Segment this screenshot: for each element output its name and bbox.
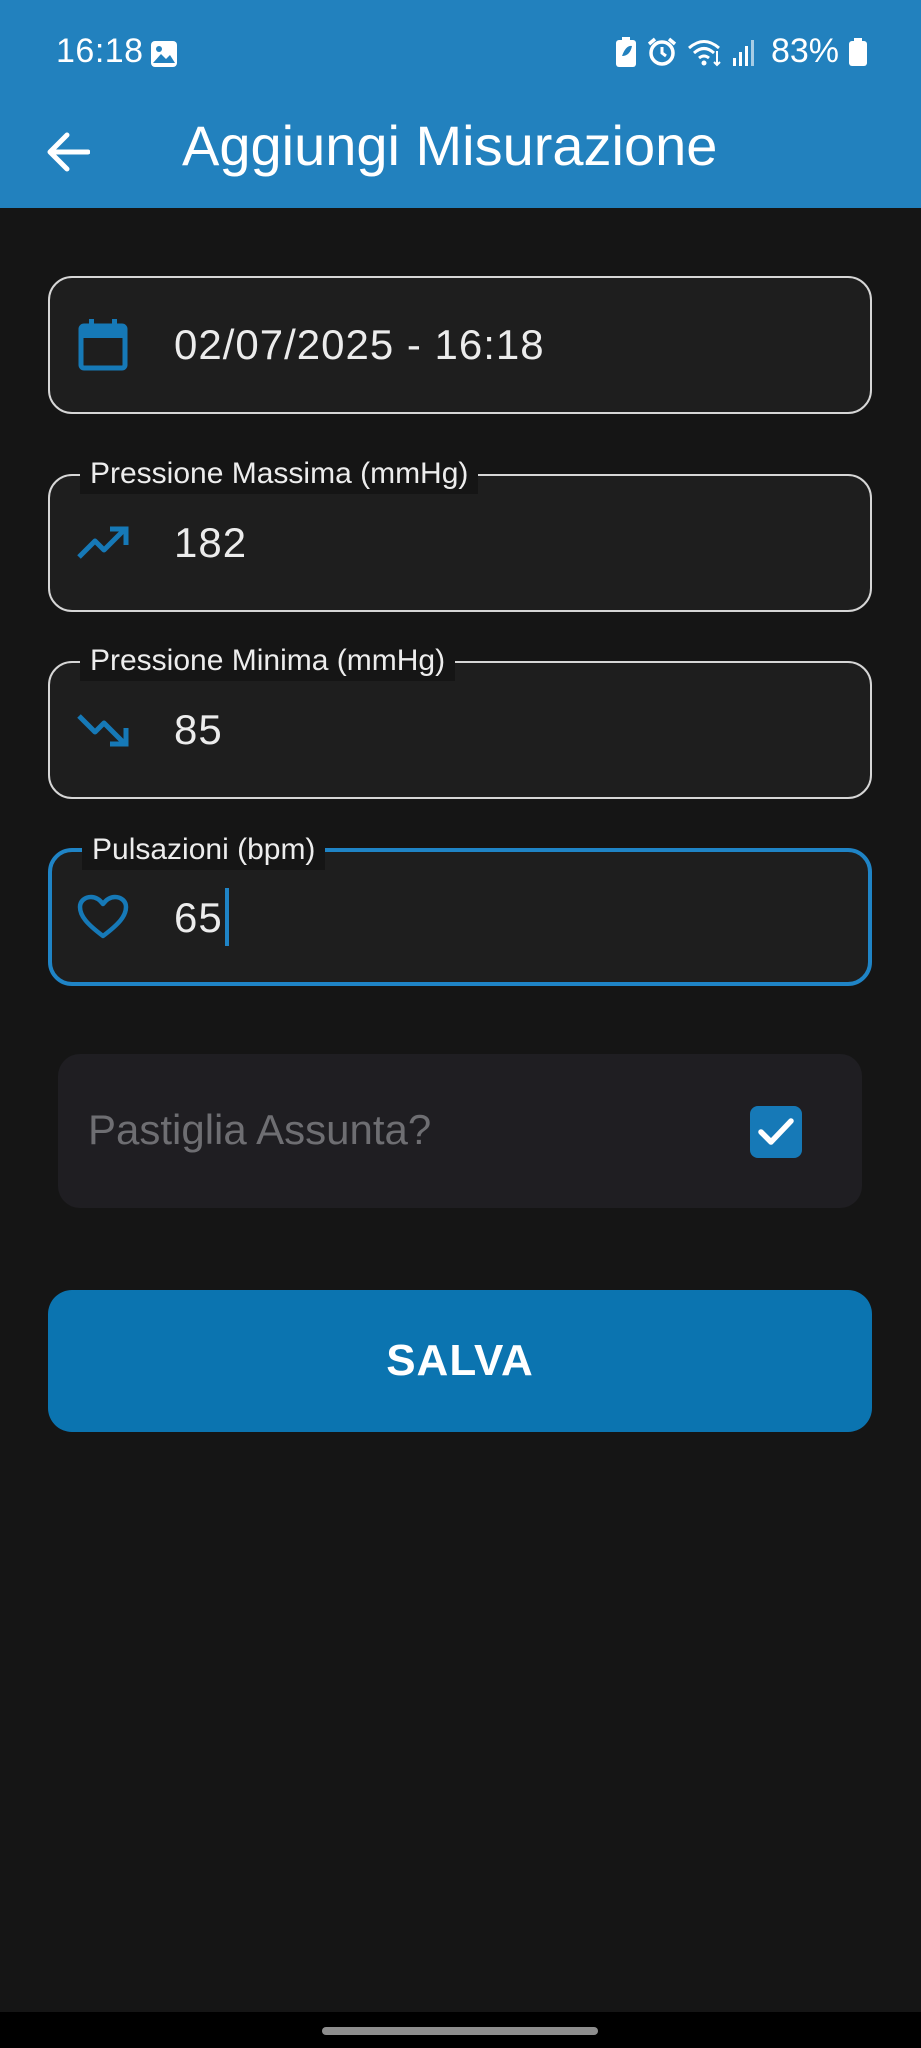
- system-nav-bar: [0, 2012, 921, 2048]
- status-bar: 16:18 83%: [0, 0, 921, 104]
- app-bar: Aggiungi Misurazione: [0, 104, 921, 208]
- wifi-icon: [687, 37, 723, 67]
- pulse-field[interactable]: Pulsazioni (bpm) 65: [48, 830, 872, 986]
- systolic-pressure-field[interactable]: Pressione Massima (mmHg) 182: [48, 454, 872, 612]
- battery-percent: 83%: [770, 32, 839, 70]
- pill-taken-tile[interactable]: Pastiglia Assunta?: [58, 1054, 862, 1208]
- pill-taken-checkbox[interactable]: [750, 1106, 802, 1158]
- status-time: 16:18: [56, 32, 144, 70]
- gallery-notification-icon: [150, 38, 178, 67]
- status-icons: 83%: [615, 32, 867, 71]
- page-title: Aggiungi Misurazione: [182, 114, 718, 177]
- pulse-value: 65: [174, 894, 223, 942]
- pill-taken-label: Pastiglia Assunta?: [88, 1106, 432, 1153]
- save-button[interactable]: SALVA: [48, 1290, 872, 1432]
- trending-up-icon: [76, 516, 130, 570]
- date-time-value: 02/07/2025 - 16:18: [174, 321, 545, 368]
- header: 16:18 83% Aggiungi Misurazione: [0, 0, 921, 208]
- systolic-pressure-label: Pressione Massima (mmHg): [80, 454, 479, 494]
- pulse-input: 65: [174, 888, 229, 950]
- diastolic-pressure-label: Pressione Minima (mmHg): [80, 641, 456, 681]
- diastolic-pressure-input: 85: [174, 706, 223, 753]
- systolic-pressure-input: 182: [174, 519, 248, 566]
- trending-down-icon: [76, 703, 130, 757]
- alarm-icon: [647, 37, 677, 67]
- check-icon: [758, 1118, 794, 1145]
- battery-saver-icon: [615, 36, 637, 67]
- signal-icon: [732, 38, 757, 66]
- back-button[interactable]: [36, 122, 100, 186]
- battery-icon: [849, 37, 867, 66]
- diastolic-pressure-field[interactable]: Pressione Minima (mmHg) 85: [48, 641, 872, 799]
- save-button-label: SALVA: [386, 1336, 534, 1385]
- arrow-back-icon: [46, 132, 91, 177]
- date-time-field[interactable]: 02/07/2025 - 16:18: [48, 276, 872, 414]
- text-cursor: [224, 888, 229, 946]
- calendar-icon: [76, 318, 130, 372]
- pulse-label: Pulsazioni (bpm): [82, 830, 326, 870]
- home-indicator[interactable]: [322, 2027, 598, 2035]
- heart-icon: [76, 890, 130, 944]
